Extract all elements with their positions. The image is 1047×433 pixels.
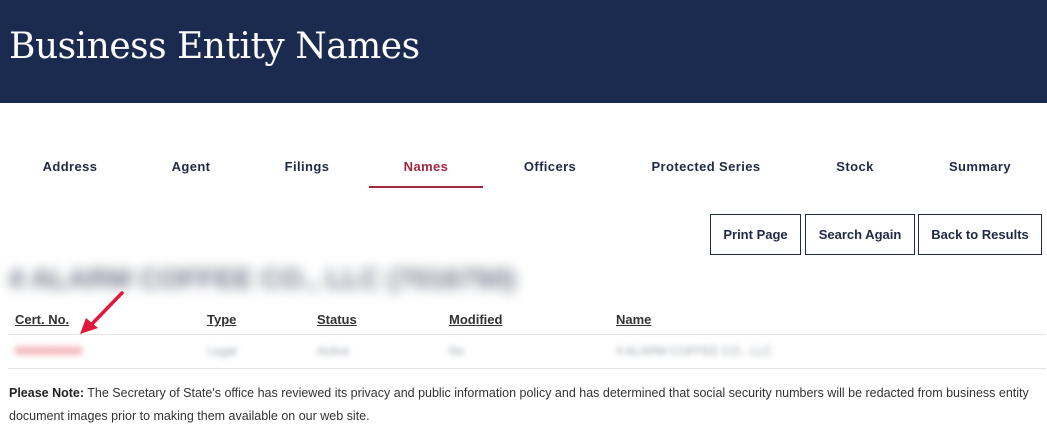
annotation-arrow-icon bbox=[80, 291, 124, 334]
column-header-modified[interactable]: Modified bbox=[449, 312, 502, 327]
header-divider bbox=[8, 334, 1046, 335]
tab-protected-series[interactable]: Protected Series bbox=[636, 150, 776, 188]
table-bottom-divider bbox=[8, 368, 1046, 369]
back-to-results-button[interactable]: Back to Results bbox=[918, 214, 1042, 255]
entity-tabs: Address Agent Filings Names Officers Pro… bbox=[0, 150, 1047, 190]
note-text: The Secretary of State's office has revi… bbox=[9, 386, 1029, 423]
table-cell-modified: No bbox=[449, 344, 465, 358]
tab-filings[interactable]: Filings bbox=[267, 150, 347, 188]
tab-names[interactable]: Names bbox=[369, 150, 483, 188]
privacy-note: Please Note: The Secretary of State's of… bbox=[9, 382, 1029, 428]
column-header-status[interactable]: Status bbox=[317, 312, 357, 327]
table-cell-name: 4 ALARM COFFEE CO., LLC bbox=[616, 344, 773, 358]
page-header: Business Entity Names bbox=[0, 0, 1047, 103]
search-again-button[interactable]: Search Again bbox=[805, 214, 915, 255]
column-header-cert-no[interactable]: Cert. No. bbox=[15, 312, 69, 327]
column-header-name[interactable]: Name bbox=[616, 312, 651, 327]
table-cell-type: Legal bbox=[207, 344, 237, 358]
table-cell-cert-no[interactable]: 0000000000 bbox=[15, 344, 82, 358]
page-title: Business Entity Names bbox=[9, 26, 420, 67]
column-header-type[interactable]: Type bbox=[207, 312, 236, 327]
tab-address[interactable]: Address bbox=[30, 150, 110, 188]
tab-stock[interactable]: Stock bbox=[820, 150, 890, 188]
print-page-button[interactable]: Print Page bbox=[710, 214, 801, 255]
tab-agent[interactable]: Agent bbox=[151, 150, 231, 188]
tab-officers[interactable]: Officers bbox=[505, 150, 595, 188]
note-prefix: Please Note: bbox=[9, 386, 85, 400]
table-cell-status: Active bbox=[317, 344, 350, 358]
tab-summary[interactable]: Summary bbox=[935, 150, 1025, 188]
